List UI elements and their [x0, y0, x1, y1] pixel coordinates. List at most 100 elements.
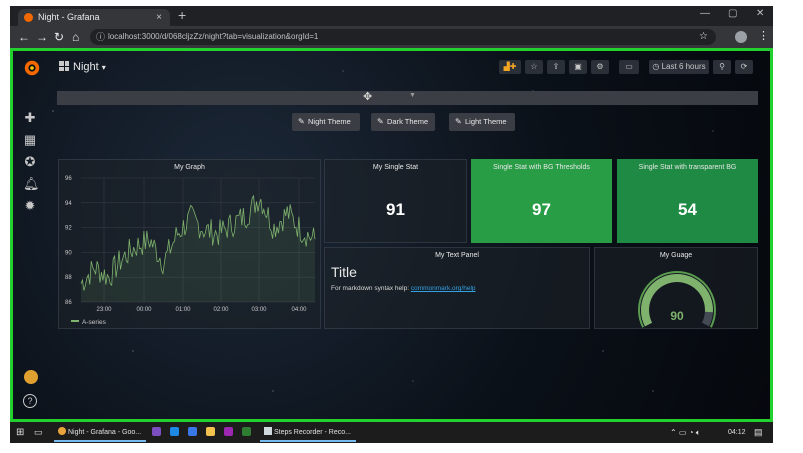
- y-tick-label: 96: [65, 176, 72, 182]
- info-icon[interactable]: ⓘ: [96, 29, 105, 45]
- x-tick-label: 03:00: [251, 307, 267, 313]
- brush-icon: ✎: [455, 117, 462, 126]
- new-tab-button[interactable]: +: [178, 7, 186, 23]
- alerting-bell-icon[interactable]: 🔔︎: [23, 177, 40, 191]
- x-tick-label: 01:00: [175, 307, 191, 313]
- close-window-button[interactable]: ✕: [756, 8, 764, 19]
- bookmark-star-icon[interactable]: ☆: [699, 29, 708, 45]
- windows-taskbar: ⊞ ▭ Night - Grafana - Goo... Steps Recor…: [10, 422, 773, 443]
- configuration-gear-icon[interactable]: ✹: [23, 199, 37, 213]
- dashboard-title: Night: [73, 61, 99, 73]
- chart-legend[interactable]: A-series: [71, 319, 106, 326]
- dark-theme-label: Dark Theme: [387, 117, 429, 126]
- gauge-panel[interactable]: My Guage 90: [594, 247, 758, 329]
- calculator-icon[interactable]: [188, 427, 197, 436]
- side-menu: ✚ ▦ ✪ 🔔︎ ✹ ?: [13, 51, 53, 419]
- line-chart: 96 94 92 90 88 86 23:00 00:00 01:00 02:00 03:00 04:…: [65, 176, 316, 313]
- explore-compass-icon[interactable]: ✪: [23, 155, 37, 169]
- grafana-viewport: ✚ ▦ ✪ 🔔︎ ✹ ? Night ▾ ▟✚ ☆ ⇪ ▣ ⚙ ▭ ◷ Last…: [10, 48, 773, 422]
- user-avatar[interactable]: [24, 370, 38, 384]
- onenote-icon[interactable]: [152, 427, 161, 436]
- night-theme-label: Night Theme: [308, 117, 351, 126]
- excel-icon[interactable]: [242, 427, 251, 436]
- browser-tab[interactable]: Night - Grafana ×: [18, 9, 170, 26]
- app-icon[interactable]: [224, 427, 233, 436]
- x-tick-label: 23:00: [96, 307, 112, 313]
- windows-start-icon[interactable]: ⊞: [16, 425, 24, 440]
- taskbar-clock[interactable]: 04:12: [728, 425, 746, 440]
- panel-title: Single Stat with BG Thresholds: [493, 164, 590, 171]
- dark-theme-button[interactable]: ✎ Dark Theme: [371, 113, 435, 131]
- tab-close-button[interactable]: ×: [156, 9, 162, 26]
- move-drag-icon[interactable]: ✥: [363, 90, 372, 103]
- refresh-icon[interactable]: ⟳: [735, 60, 753, 74]
- steps-recorder-icon: [264, 427, 272, 435]
- text-panel[interactable]: My Text Panel Title For markdown syntax …: [324, 247, 590, 329]
- menu-kebab-icon[interactable]: ⋮: [758, 29, 769, 42]
- taskbar-steps-recorder-app[interactable]: Steps Recorder - Reco...: [260, 423, 356, 442]
- y-tick-label: 94: [65, 201, 72, 207]
- minimize-button[interactable]: —: [700, 8, 710, 19]
- address-bar[interactable]: ⓘ localhost:3000/d/068cljzZz/night?tab=v…: [90, 29, 716, 45]
- row-caret-icon[interactable]: ▼: [409, 92, 416, 99]
- series-area-fill: [81, 195, 315, 302]
- night-theme-button[interactable]: ✎ Night Theme: [292, 113, 360, 131]
- tv-mode-icon[interactable]: ▭: [619, 60, 639, 74]
- dashboard-picker[interactable]: Night ▾: [59, 59, 106, 76]
- maximize-button[interactable]: ▢: [728, 8, 737, 19]
- dashboards-grid-icon[interactable]: ▦: [23, 133, 37, 147]
- grafana-logo-icon[interactable]: [23, 59, 41, 77]
- time-range-label: Last 6 hours: [661, 62, 706, 71]
- home-icon[interactable]: ⌂: [72, 30, 79, 44]
- task-view-icon[interactable]: ▭: [34, 425, 43, 440]
- single-stat-panel[interactable]: My Single Stat 91: [324, 159, 467, 243]
- notifications-icon[interactable]: ▤: [754, 425, 763, 440]
- save-dashboard-icon[interactable]: ▣: [569, 60, 587, 74]
- share-dashboard-icon[interactable]: ⇪: [547, 60, 565, 74]
- file-explorer-icon[interactable]: [206, 427, 215, 436]
- taskbar-app-label: Steps Recorder - Reco...: [273, 429, 351, 436]
- bg-threshold-stat-panel[interactable]: Single Stat with BG Thresholds 97: [471, 159, 612, 243]
- gauge-value: 90: [670, 309, 684, 323]
- vscode-icon[interactable]: [170, 427, 179, 436]
- markdown-heading: Title: [331, 264, 357, 280]
- time-picker-button[interactable]: ◷ Last 6 hours: [649, 60, 709, 74]
- taskbar-chrome-app[interactable]: Night - Grafana - Goo...: [54, 423, 146, 442]
- profile-avatar[interactable]: [735, 31, 747, 43]
- chrome-icon: [58, 427, 66, 435]
- light-theme-label: Light Theme: [465, 117, 507, 126]
- help-icon[interactable]: ?: [23, 394, 37, 408]
- system-tray-icons[interactable]: ⌃ ▭ ◔ 🔈︎: [670, 425, 701, 440]
- x-tick-label: 02:00: [213, 307, 229, 313]
- tab-title: Night - Grafana: [38, 12, 100, 22]
- dashboard-row-header[interactable]: ✥ ▼: [57, 91, 758, 105]
- markdown-text: For markdown syntax help:: [331, 285, 411, 292]
- chevron-down-icon: ▾: [101, 63, 106, 72]
- commonmark-link[interactable]: commonmark.org/help: [411, 285, 476, 292]
- y-tick-label: 90: [65, 250, 72, 256]
- panel-title: My Text Panel: [435, 252, 479, 259]
- panel-title: Single Stat with transparent BG: [638, 164, 737, 171]
- add-panel-icon[interactable]: ▟✚: [499, 60, 521, 74]
- graph-panel[interactable]: My Graph 96 94 92 90 88 86 23:00 00:00 01:00 02:0…: [58, 159, 321, 329]
- transparent-bg-stat-panel[interactable]: Single Stat with transparent BG 54: [617, 159, 758, 243]
- stat-value: 54: [678, 200, 697, 219]
- brush-icon: ✎: [377, 117, 384, 126]
- forward-arrow-icon[interactable]: →: [36, 30, 48, 44]
- light-theme-button[interactable]: ✎ Light Theme: [449, 113, 515, 131]
- reload-icon[interactable]: ↻: [54, 30, 64, 44]
- y-tick-label: 88: [65, 275, 72, 281]
- zoom-out-icon[interactable]: ⚲: [713, 60, 731, 74]
- stat-value: 97: [532, 200, 551, 219]
- gauge-svg: 90: [638, 271, 716, 328]
- dashboard-settings-icon[interactable]: ⚙: [591, 60, 609, 74]
- x-tick-label: 00:00: [136, 307, 152, 313]
- create-plus-icon[interactable]: ✚: [23, 111, 37, 125]
- taskbar-app-label: Night - Grafana - Goo...: [67, 429, 142, 436]
- grafana-favicon-icon: [24, 13, 33, 22]
- y-tick-label: 92: [65, 226, 72, 232]
- star-dashboard-icon[interactable]: ☆: [525, 60, 543, 74]
- back-arrow-icon[interactable]: ←: [18, 30, 30, 44]
- dashboard-grid-icon: [59, 61, 69, 71]
- legend-swatch: [71, 320, 79, 322]
